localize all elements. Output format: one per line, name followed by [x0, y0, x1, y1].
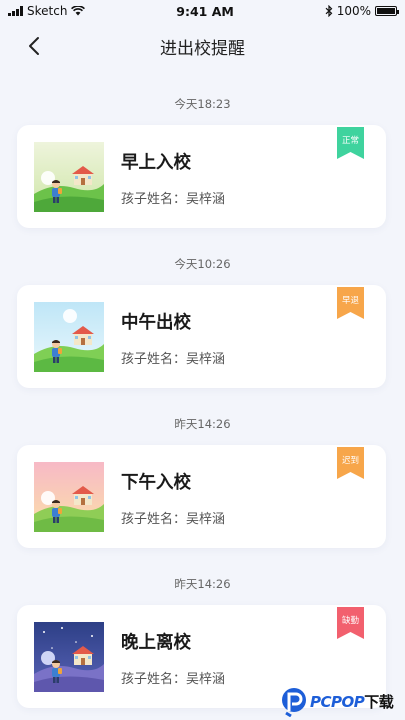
time-label: 今天18:23	[174, 97, 231, 111]
scene-illustration	[34, 142, 104, 212]
signal-icon	[8, 6, 23, 16]
bluetooth-icon	[325, 5, 333, 17]
status-badge: 正常	[337, 127, 364, 159]
watermark-suffix: 下载	[364, 693, 394, 711]
time-label: 昨天14:26	[174, 417, 231, 431]
notification-card[interactable]: 早上入校孩子姓名：吴梓涵 正常	[17, 125, 386, 228]
child-name: 孩子姓名：吴梓涵	[121, 512, 226, 527]
scene-illustration	[34, 622, 104, 692]
status-badge-label: 早退	[341, 296, 359, 306]
child-name: 孩子姓名：吴梓涵	[121, 672, 226, 687]
battery-percent: 100%	[336, 4, 371, 18]
status-left: Sketch	[8, 4, 86, 18]
back-button[interactable]	[22, 34, 46, 58]
notification-card[interactable]: 中午出校孩子姓名：吴梓涵 早退	[17, 285, 386, 388]
battery-fill	[377, 8, 395, 14]
notification-card[interactable]: 下午入校孩子姓名：吴梓涵 迟到	[17, 445, 386, 548]
status-right: 100%	[325, 4, 399, 18]
nav-bar: 进出校提醒	[0, 22, 405, 70]
time-label: 今天10:26	[174, 257, 231, 271]
status-badge-label: 正常	[341, 136, 359, 146]
status-badge: 早退	[337, 287, 364, 319]
card-title: 早上入校	[121, 153, 191, 173]
watermark-text: PCPOP下载	[310, 691, 394, 712]
child-name: 孩子姓名：吴梓涵	[121, 192, 226, 207]
page-title: 进出校提醒	[160, 38, 245, 59]
child-name: 孩子姓名：吴梓涵	[121, 352, 226, 367]
time-label: 昨天14:26	[174, 577, 231, 591]
scene-illustration	[34, 462, 104, 532]
card-title: 晚上离校	[121, 633, 191, 653]
status-badge: 缺勤	[337, 607, 364, 639]
watermark: PCPOP下载	[281, 683, 405, 720]
battery-icon	[375, 6, 399, 16]
card-title: 下午入校	[121, 473, 191, 493]
status-badge-label: 缺勤	[341, 616, 359, 626]
carrier-label: Sketch	[27, 4, 68, 18]
chevron-left-icon	[29, 37, 39, 55]
status-bar: Sketch 9:41 AM 100%	[0, 0, 405, 22]
wifi-icon	[71, 6, 86, 16]
scene-illustration	[34, 302, 104, 372]
status-badge: 迟到	[337, 447, 364, 479]
status-badge-label: 迟到	[341, 456, 359, 466]
status-time: 9:41 AM	[176, 3, 234, 19]
watermark-brand: PCPOP	[310, 693, 365, 711]
pcpop-logo-icon	[282, 687, 306, 717]
card-title: 中午出校	[121, 313, 191, 333]
